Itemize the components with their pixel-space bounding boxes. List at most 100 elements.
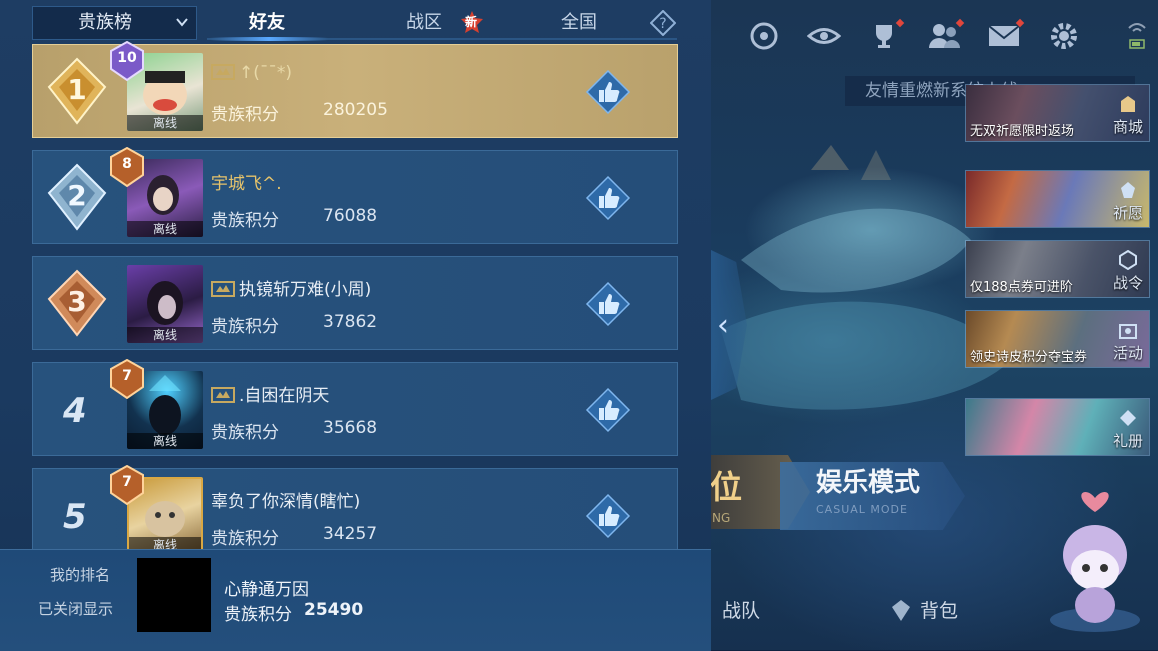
score-label: 贵族积分 <box>211 105 279 125</box>
ranking-row[interactable]: 5 离线 7 辜负了你深情(瞎忙) 贵族积分 34257 <box>32 464 678 562</box>
player-name: .自困在阴天 <box>211 381 329 406</box>
noble-icon <box>211 386 235 404</box>
my-score-label: 贵族积分 <box>224 605 292 625</box>
friends-icon[interactable] <box>925 18 965 54</box>
avatar[interactable]: 离线 7 <box>110 464 203 555</box>
active-tab-indicator <box>210 37 328 41</box>
tab-region[interactable]: 战区 <box>387 6 461 40</box>
booklet-icon <box>1118 408 1138 428</box>
player-name: 宇城飞^. <box>211 174 282 194</box>
promo-pass[interactable]: 仅188点券可进阶 战令 <box>965 240 1150 298</box>
avatar-image: 离线 <box>127 265 203 343</box>
level-badge: 8 <box>109 146 145 188</box>
rank-number: 5 <box>63 497 87 537</box>
gold-rank-badge-icon: 1 <box>47 57 107 125</box>
noble-icon <box>211 280 235 298</box>
trophy-icon[interactable] <box>865 18 905 54</box>
thumbs-up-icon[interactable] <box>585 387 631 433</box>
ranking-row[interactable]: 4 离线 7 .自困在阴天 贵族积分 35668 <box>32 358 678 456</box>
target-icon[interactable] <box>745 18 783 54</box>
svg-text:3: 3 <box>67 285 86 318</box>
wish-icon <box>1118 180 1138 200</box>
promo-label: 战令 <box>1113 249 1143 293</box>
my-avatar[interactable] <box>137 558 211 632</box>
promo-event[interactable]: 领史诗皮积分夺宝券 活动 <box>965 310 1150 368</box>
casual-mode-button[interactable]: 娱乐模式 CASUAL MODE <box>780 462 965 530</box>
tab-national[interactable]: 全国 <box>542 6 616 40</box>
score-label: 贵族积分 <box>211 211 279 231</box>
thumbs-up-icon[interactable] <box>585 281 631 327</box>
casual-mode-label: 娱乐模式 <box>816 468 921 498</box>
nav-bag[interactable]: 背包 <box>888 596 958 628</box>
promo-label: 活动 <box>1113 320 1143 363</box>
nav-team[interactable]: 战队 <box>722 596 760 623</box>
gear-icon[interactable] <box>1045 18 1083 54</box>
player-name: 执镜斩万难(小周) <box>211 275 371 300</box>
avatar[interactable]: 离线 10 <box>110 40 203 131</box>
rank-number: 4 <box>63 391 87 431</box>
thumbs-up-icon[interactable] <box>585 69 631 115</box>
score-label: 贵族积分 <box>211 423 279 443</box>
casual-mode-sub: CASUAL MODE <box>816 503 908 516</box>
score-label: 贵族积分 <box>211 317 279 337</box>
my-rank-label: 我的排名 <box>50 566 111 584</box>
lobby-top-icons <box>745 18 1083 54</box>
silver-rank-badge-icon: 2 <box>47 163 107 231</box>
shop-icon <box>1118 94 1138 114</box>
avatar[interactable]: 离线 8 <box>110 146 203 237</box>
wifi-battery-icon <box>1126 20 1148 52</box>
eye-icon[interactable] <box>805 18 843 54</box>
ranking-panel: 贵族榜 好友 战区 新 全国 ? 1 离线 10 ↑(¯¯*) 贵族积分 280… <box>0 0 711 651</box>
score-value: 35668 <box>323 418 378 438</box>
my-rank-hidden-text: 已关闭显示 <box>38 600 114 618</box>
promo-label: 商城 <box>1113 94 1143 137</box>
avatar[interactable]: 离线 <box>127 265 203 343</box>
score-value: 280205 <box>323 100 388 120</box>
ranking-type-dropdown[interactable]: 贵族榜 <box>32 6 197 40</box>
online-status: 离线 <box>127 433 203 449</box>
noble-icon <box>211 63 235 81</box>
promo-caption: 仅188点券可进阶 <box>970 280 1073 295</box>
event-icon <box>1118 320 1138 340</box>
mascot-character[interactable] <box>1040 480 1150 645</box>
bronze-rank-badge-icon: 3 <box>47 269 107 337</box>
svg-text:1: 1 <box>67 73 86 106</box>
level-badge: 10 <box>109 40 145 82</box>
promo-caption: 无双祈愿限时返场 <box>970 124 1075 139</box>
ranking-row[interactable]: 1 离线 10 ↑(¯¯*) 贵族积分 280205 <box>32 40 678 138</box>
question-icon[interactable]: ? <box>649 9 677 37</box>
ranked-mode-label: 位 <box>710 468 743 506</box>
ranking-row[interactable]: 3 离线 执镜斩万难(小周) 贵族积分 37862 <box>32 256 678 350</box>
online-status: 离线 <box>127 115 203 131</box>
my-name: 心静通万因 <box>224 580 309 600</box>
tab-friends[interactable]: 好友 <box>230 6 304 40</box>
score-label: 贵族积分 <box>211 529 279 549</box>
score-value: 37862 <box>323 312 378 332</box>
level-badge: 7 <box>109 358 145 400</box>
thumbs-up-icon[interactable] <box>585 175 631 221</box>
pass-icon <box>1118 249 1138 271</box>
my-rank-bar: 我的排名 已关闭显示 心静通万因 贵族积分 25490 <box>0 549 711 651</box>
ranking-tabs: 贵族榜 好友 战区 新 全国 ? <box>32 6 677 42</box>
online-status: 离线 <box>127 327 203 343</box>
ranked-mode-sub: NG <box>712 511 731 525</box>
chevron-down-icon <box>176 18 188 27</box>
svg-text:2: 2 <box>67 179 86 212</box>
score-value: 34257 <box>323 524 378 544</box>
avatar[interactable]: 离线 7 <box>110 358 203 449</box>
new-badge: 新 <box>460 10 484 34</box>
ranking-row[interactable]: 2 离线 8 宇城飞^. 贵族积分 76088 <box>32 146 678 244</box>
promo-shop[interactable]: 无双祈愿限时返场 商城 <box>965 84 1150 142</box>
promo-booklet[interactable]: 礼册 <box>965 398 1150 456</box>
level-badge: 7 <box>109 464 145 506</box>
player-name: 辜负了你深情(瞎忙) <box>211 492 361 512</box>
promo-caption: 领史诗皮积分夺宝券 <box>970 350 1088 365</box>
mail-icon[interactable] <box>985 18 1025 54</box>
promo-label: 礼册 <box>1113 408 1143 451</box>
score-value: 76088 <box>323 206 378 226</box>
chevron-left-icon: ‹ <box>717 307 729 343</box>
online-status: 离线 <box>127 221 203 237</box>
my-score-value: 25490 <box>304 600 364 620</box>
thumbs-up-icon[interactable] <box>585 493 631 539</box>
promo-wish[interactable]: 祈愿 <box>965 170 1150 228</box>
